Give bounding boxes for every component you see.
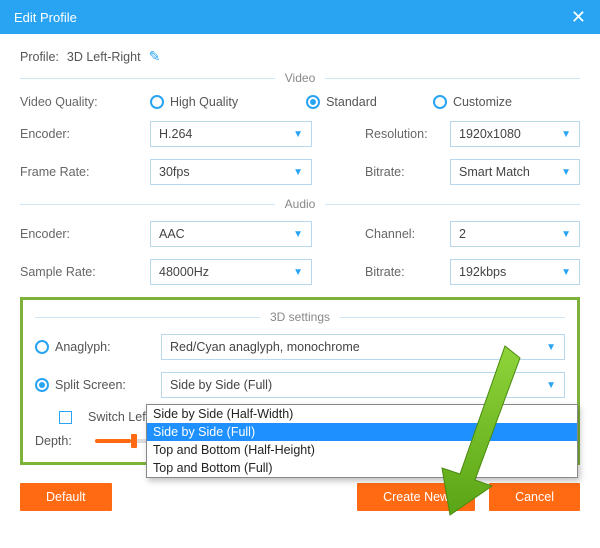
chevron-down-icon: ▼ bbox=[293, 167, 303, 178]
audio-channel-value: 2 bbox=[459, 227, 466, 241]
quality-high-text: High Quality bbox=[170, 95, 238, 109]
audio-channel-label: Channel: bbox=[365, 227, 440, 241]
window-title: Edit Profile bbox=[14, 10, 77, 25]
audio-samplerate-label: Sample Rate: bbox=[20, 265, 140, 279]
video-resolution-select[interactable]: 1920x1080 ▼ bbox=[450, 121, 580, 147]
audio-encoder-value: AAC bbox=[159, 227, 185, 241]
video-resolution-label: Resolution: bbox=[365, 127, 440, 141]
split-screen-dropdown[interactable]: Side by Side (Half-Width) Side by Side (… bbox=[146, 404, 578, 478]
chevron-down-icon: ▼ bbox=[293, 229, 303, 240]
quality-standard-radio[interactable]: Standard bbox=[306, 95, 377, 109]
video-divider: Video bbox=[20, 71, 580, 85]
quality-customize-text: Customize bbox=[453, 95, 512, 109]
edit-icon[interactable]: ✎ bbox=[149, 48, 161, 65]
split-screen-select[interactable]: Side by Side (Full) ▼ bbox=[161, 372, 565, 398]
split-option-0[interactable]: Side by Side (Half-Width) bbox=[147, 405, 577, 423]
split-option-3[interactable]: Top and Bottom (Full) bbox=[147, 459, 577, 477]
audio-samplerate-value: 48000Hz bbox=[159, 265, 209, 279]
split-option-2[interactable]: Top and Bottom (Half-Height) bbox=[147, 441, 577, 459]
split-screen-label: Split Screen: bbox=[55, 378, 126, 392]
audio-samplerate-select[interactable]: 48000Hz ▼ bbox=[150, 259, 312, 285]
split-screen-radio[interactable]: Split Screen: bbox=[35, 378, 133, 392]
switch-left-label: Switch Left bbox=[88, 410, 149, 424]
video-encoder-value: H.264 bbox=[159, 127, 192, 141]
audio-section-label: Audio bbox=[285, 197, 316, 211]
split-screen-value: Side by Side (Full) bbox=[170, 378, 272, 392]
chevron-down-icon: ▼ bbox=[293, 129, 303, 140]
video-framerate-select[interactable]: 30fps ▼ bbox=[150, 159, 312, 185]
chevron-down-icon: ▼ bbox=[546, 342, 556, 353]
anaglyph-label: Anaglyph: bbox=[55, 340, 111, 354]
audio-bitrate-label: Bitrate: bbox=[365, 265, 440, 279]
chevron-down-icon: ▼ bbox=[293, 267, 303, 278]
video-bitrate-label: Bitrate: bbox=[365, 165, 440, 179]
chevron-down-icon: ▼ bbox=[546, 380, 556, 391]
cancel-button[interactable]: Cancel bbox=[489, 483, 580, 511]
three-d-divider: 3D settings bbox=[35, 310, 565, 324]
audio-bitrate-value: 192kbps bbox=[459, 265, 506, 279]
three-d-section-label: 3D settings bbox=[270, 310, 330, 324]
video-encoder-label: Encoder: bbox=[20, 127, 140, 141]
profile-label: Profile: bbox=[20, 50, 59, 64]
quality-high-radio[interactable]: High Quality bbox=[150, 95, 238, 109]
chevron-down-icon: ▼ bbox=[561, 167, 571, 178]
anaglyph-select[interactable]: Red/Cyan anaglyph, monochrome ▼ bbox=[161, 334, 565, 360]
default-button[interactable]: Default bbox=[20, 483, 112, 511]
chevron-down-icon: ▼ bbox=[561, 229, 571, 240]
video-section-label: Video bbox=[285, 71, 315, 85]
close-icon[interactable]: ✕ bbox=[571, 7, 586, 28]
audio-encoder-label: Encoder: bbox=[20, 227, 140, 241]
video-bitrate-value: Smart Match bbox=[459, 165, 530, 179]
audio-channel-select[interactable]: 2▼ bbox=[450, 221, 580, 247]
switch-left-checkbox[interactable] bbox=[59, 411, 72, 424]
titlebar: Edit Profile ✕ bbox=[0, 0, 600, 34]
anaglyph-value: Red/Cyan anaglyph, monochrome bbox=[170, 340, 360, 354]
audio-encoder-select[interactable]: AAC ▼ bbox=[150, 221, 312, 247]
audio-divider: Audio bbox=[20, 197, 580, 211]
quality-customize-radio[interactable]: Customize bbox=[433, 95, 512, 109]
audio-bitrate-select[interactable]: 192kbps ▼ bbox=[450, 259, 580, 285]
profile-value: 3D Left-Right bbox=[67, 50, 141, 64]
video-quality-label: Video Quality: bbox=[20, 95, 140, 109]
chevron-down-icon: ▼ bbox=[561, 129, 571, 140]
quality-standard-text: Standard bbox=[326, 95, 377, 109]
profile-row: Profile: 3D Left-Right ✎ bbox=[20, 48, 580, 65]
depth-slider-thumb[interactable] bbox=[131, 434, 137, 448]
video-encoder-select[interactable]: H.264 ▼ bbox=[150, 121, 312, 147]
create-new-button[interactable]: Create New bbox=[357, 483, 475, 511]
split-option-1[interactable]: Side by Side (Full) bbox=[147, 423, 577, 441]
chevron-down-icon: ▼ bbox=[561, 267, 571, 278]
video-framerate-label: Frame Rate: bbox=[20, 165, 140, 179]
three-d-box: 3D settings Anaglyph: Red/Cyan anaglyph,… bbox=[20, 297, 580, 465]
video-bitrate-select[interactable]: Smart Match ▼ bbox=[450, 159, 580, 185]
depth-label: Depth: bbox=[35, 434, 85, 448]
video-resolution-value: 1920x1080 bbox=[459, 127, 521, 141]
video-framerate-value: 30fps bbox=[159, 165, 190, 179]
anaglyph-radio[interactable]: Anaglyph: bbox=[35, 340, 133, 354]
